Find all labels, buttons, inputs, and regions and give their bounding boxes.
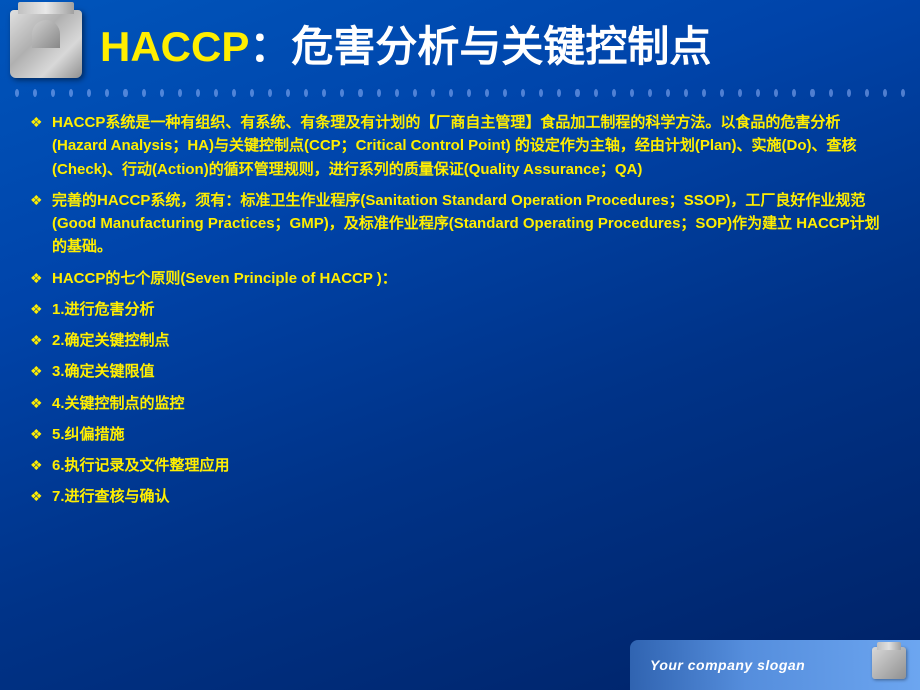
separator-dots [0,85,920,101]
bullet-diamond: ❖ [30,395,46,411]
sep-dot [377,89,381,97]
content-area: ❖ HACCP系统是一种有组织、有系统、有条理及有计划的【厂商自主管理】食品加工… [0,101,920,527]
item-text-7: 4.关键控制点的监控 [52,392,185,415]
sep-dot [232,89,236,97]
sep-dot [829,89,833,97]
item-text-8: 5.纠偏措施 [52,423,125,446]
sep-dot [666,89,670,97]
sep-dot [322,89,326,97]
bullet-diamond: ❖ [30,426,46,442]
bullet-diamond: ❖ [30,457,46,473]
item-text-10: 7.进行查核与确认 [52,485,170,508]
item-text-6: 3.确定关键限值 [52,360,155,383]
sep-dot [431,89,435,97]
sep-dot [358,89,362,97]
sep-dot [774,89,778,97]
list-item: ❖ 5.纠偏措施 [30,423,890,446]
sep-dot [304,89,308,97]
list-item: ❖ 4.关键控制点的监控 [30,392,890,415]
sep-dot [196,89,200,97]
sep-dot [142,89,146,97]
sep-dot [178,89,182,97]
sep-dot [268,89,272,97]
sep-dot [69,89,73,97]
list-item: ❖ 1.进行危害分析 [30,298,890,321]
sep-dot [594,89,598,97]
sep-dot [105,89,109,97]
list-item: ❖ 完善的HACCP系统，须有：标准卫生作业程序(Sanitation Stan… [30,189,890,259]
logo-box [10,10,90,85]
slogan-icon [872,647,908,683]
sep-dot [395,89,399,97]
title-colon: ： [249,23,291,70]
sep-dot [702,89,706,97]
sep-dot [214,89,218,97]
sep-dot [160,89,164,97]
sep-dot [449,89,453,97]
list-item: ❖ 3.确定关键限值 [30,360,890,383]
sep-dot [810,89,814,97]
sep-dot [756,89,760,97]
sep-dot [87,89,91,97]
item-text-1: HACCP系统是一种有组织、有系统、有条理及有计划的【厂商自主管理】食品加工制程… [52,111,890,181]
list-item: ❖ 7.进行查核与确认 [30,485,890,508]
sep-dot [15,89,19,97]
sep-dot [340,89,344,97]
header: HACCP：危害分析与关键控制点 [0,0,920,85]
title-rest: 危害分析与关键控制点 [291,23,711,70]
sep-dot [33,89,37,97]
bullet-diamond: ❖ [30,270,46,286]
sep-dot [467,89,471,97]
list-item: ❖ HACCP系统是一种有组织、有系统、有条理及有计划的【厂商自主管理】食品加工… [30,111,890,181]
bullet-diamond: ❖ [30,363,46,379]
slogan-text: Your company slogan [650,657,805,673]
sep-dot [612,89,616,97]
item-text-3: HACCP的七个原则(Seven Principle of HACCP )： [52,267,397,290]
bullet-diamond: ❖ [30,488,46,504]
item-text-5: 2.确定关键控制点 [52,329,170,352]
bullet-diamond: ❖ [30,192,46,208]
item-text-9: 6.执行记录及文件整理应用 [52,454,230,477]
sep-dot [413,89,417,97]
sep-dot [901,89,905,97]
sep-dot [865,89,869,97]
logo-icon [10,10,82,78]
sep-dot [503,89,507,97]
sep-dot [630,89,634,97]
sep-dot [847,89,851,97]
sep-dot [648,89,652,97]
title-haccp: HACCP [100,23,249,70]
bullet-diamond: ❖ [30,114,46,130]
item-text-2: 完善的HACCP系统，须有：标准卫生作业程序(Sanitation Standa… [52,189,890,259]
sep-dot [521,89,525,97]
sep-dot [792,89,796,97]
sep-dot [485,89,489,97]
sep-dot [883,89,887,97]
sep-dot [123,89,127,97]
sep-dot [738,89,742,97]
bullet-diamond: ❖ [30,332,46,348]
sep-dot [539,89,543,97]
sep-dot [684,89,688,97]
bullet-diamond: ❖ [30,301,46,317]
footer-slogan-bar: Your company slogan [630,640,920,690]
sep-dot [286,89,290,97]
sep-dot [51,89,55,97]
sep-dot [250,89,254,97]
list-item: ❖ 2.确定关键控制点 [30,329,890,352]
mini-logo-icon [872,647,906,679]
item-text-4: 1.进行危害分析 [52,298,155,321]
list-item: ❖ HACCP的七个原则(Seven Principle of HACCP )： [30,267,890,290]
list-item: ❖ 6.执行记录及文件整理应用 [30,454,890,477]
sep-dot [575,89,579,97]
sep-dot [557,89,561,97]
sep-dot [720,89,724,97]
page-title: HACCP：危害分析与关键控制点 [100,22,711,72]
